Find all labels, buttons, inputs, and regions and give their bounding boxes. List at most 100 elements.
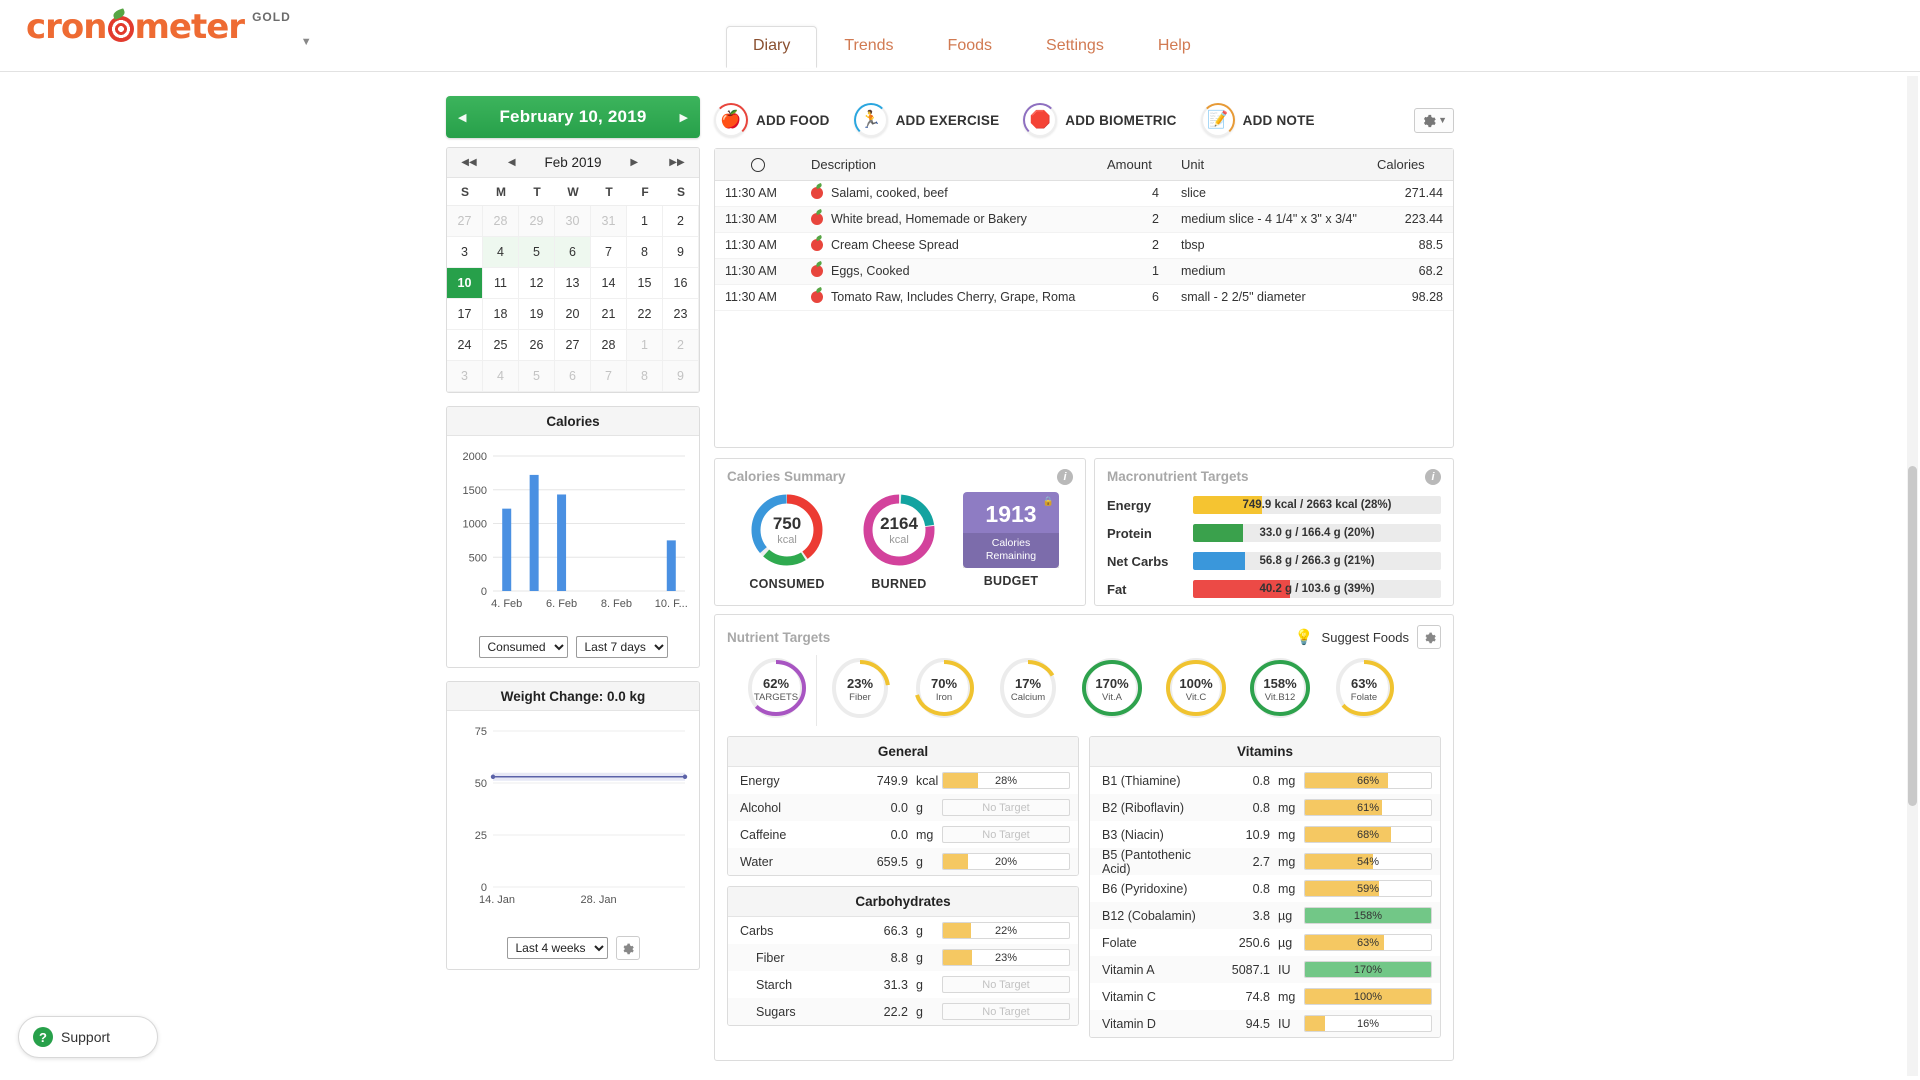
tab-help[interactable]: Help bbox=[1131, 26, 1218, 68]
calendar-day-1[interactable]: 1 bbox=[627, 330, 663, 361]
nutrient-row[interactable]: Alcohol 0.0 g No Target bbox=[728, 794, 1078, 821]
add-note-button[interactable]: 📝 ADD NOTE bbox=[1200, 103, 1315, 137]
tab-foods[interactable]: Foods bbox=[921, 26, 1019, 68]
nutrient-row[interactable]: B12 (Cobalamin) 3.8 µg 158% bbox=[1090, 902, 1440, 929]
calendar-day-11[interactable]: 11 bbox=[483, 268, 519, 299]
calendar-day-27[interactable]: 27 bbox=[447, 206, 483, 237]
nutrient-row[interactable]: Water 659.5 g 20% bbox=[728, 848, 1078, 875]
calendar-day-28[interactable]: 28 bbox=[483, 206, 519, 237]
add-exercise-button[interactable]: 🏃 ADD EXERCISE bbox=[853, 103, 1000, 137]
tab-diary[interactable]: Diary bbox=[726, 26, 818, 68]
diary-settings-button[interactable]: ▼ bbox=[1414, 107, 1454, 133]
calendar-day-14[interactable]: 14 bbox=[591, 268, 627, 299]
nutrient-ring-calcium[interactable]: 17% Calcium bbox=[987, 655, 1069, 726]
nutrient-row[interactable]: Fiber 8.8 g 23% bbox=[728, 944, 1078, 971]
calendar-day-15[interactable]: 15 bbox=[627, 268, 663, 299]
calendar-last-button[interactable]: ▶▶ bbox=[667, 157, 687, 168]
nutrient-row[interactable]: Folate 250.6 µg 63% bbox=[1090, 929, 1440, 956]
calendar-day-12[interactable]: 12 bbox=[519, 268, 555, 299]
calendar-day-4[interactable]: 4 bbox=[483, 361, 519, 392]
support-button[interactable]: ? Support bbox=[18, 1016, 158, 1058]
calendar-day-23[interactable]: 23 bbox=[663, 299, 699, 330]
nutrient-ring-folate[interactable]: 63% Folate bbox=[1323, 655, 1405, 726]
nutrient-row[interactable]: B3 (Niacin) 10.9 mg 68% bbox=[1090, 821, 1440, 848]
calendar-day-16[interactable]: 16 bbox=[663, 268, 699, 299]
calendar-day-3[interactable]: 3 bbox=[447, 237, 483, 268]
calendar-day-8[interactable]: 8 bbox=[627, 361, 663, 392]
calendar-day-27[interactable]: 27 bbox=[555, 330, 591, 361]
nutrient-ring-fiber[interactable]: 23% Fiber bbox=[819, 655, 901, 726]
nutrient-row[interactable]: Vitamin D 94.5 IU 16% bbox=[1090, 1010, 1440, 1037]
calendar-day-2[interactable]: 2 bbox=[663, 206, 699, 237]
nutrient-ring-iron[interactable]: 70% Iron bbox=[903, 655, 985, 726]
next-day-button[interactable]: ▶ bbox=[680, 111, 688, 124]
add-biometric-button[interactable]: 🛑 ADD BIOMETRIC bbox=[1023, 103, 1176, 137]
calendar-prev-button[interactable]: ◀ bbox=[502, 157, 522, 168]
calories-series-select[interactable]: Consumed bbox=[478, 636, 568, 658]
nutrient-settings-gear-icon[interactable] bbox=[1417, 625, 1441, 649]
calendar-day-21[interactable]: 21 bbox=[591, 299, 627, 330]
weight-settings-gear-icon[interactable] bbox=[615, 936, 640, 960]
table-row[interactable]: 11:30 AM Tomato Raw, Includes Cherry, Gra… bbox=[715, 284, 1453, 311]
calendar-day-3[interactable]: 3 bbox=[447, 361, 483, 392]
nutrient-row[interactable]: Vitamin C 74.8 mg 100% bbox=[1090, 983, 1440, 1010]
calendar-day-17[interactable]: 17 bbox=[447, 299, 483, 330]
nutrient-row[interactable]: B6 (Pyridoxine) 0.8 mg 59% bbox=[1090, 875, 1440, 902]
table-row[interactable]: 11:30 AM Eggs, Cooked 1 medium 68.2 bbox=[715, 258, 1453, 285]
calendar-day-26[interactable]: 26 bbox=[519, 330, 555, 361]
calendar-day-8[interactable]: 8 bbox=[627, 237, 663, 268]
weight-range-select[interactable]: Last 4 weeks bbox=[506, 937, 608, 959]
nutrient-row[interactable]: Carbs 66.3 g 22% bbox=[728, 917, 1078, 944]
nutrient-row[interactable]: B2 (Riboflavin) 0.8 mg 61% bbox=[1090, 794, 1440, 821]
nutrient-ring-targets[interactable]: 62% TARGETS bbox=[735, 655, 817, 726]
calendar-day-1[interactable]: 1 bbox=[627, 206, 663, 237]
nutrient-row[interactable]: Sugars 22.2 g No Target bbox=[728, 998, 1078, 1025]
tab-settings[interactable]: Settings bbox=[1019, 26, 1131, 68]
calendar-day-24[interactable]: 24 bbox=[447, 330, 483, 361]
table-row[interactable]: 11:30 AM White bread, Homemade or Bakery 2… bbox=[715, 206, 1453, 233]
calendar-day-5[interactable]: 5 bbox=[519, 237, 555, 268]
calendar-day-7[interactable]: 7 bbox=[591, 237, 627, 268]
calendar-day-19[interactable]: 19 bbox=[519, 299, 555, 330]
nutrient-row[interactable]: Caffeine 0.0 mg No Target bbox=[728, 821, 1078, 848]
calendar-day-7[interactable]: 7 bbox=[591, 361, 627, 392]
page-scrollbar[interactable] bbox=[1907, 76, 1918, 1076]
calories-range-select[interactable]: Last 7 days bbox=[575, 636, 668, 658]
calendar-day-10[interactable]: 10 bbox=[447, 268, 483, 299]
calendar-first-button[interactable]: ◀◀ bbox=[459, 157, 479, 168]
calendar-day-13[interactable]: 13 bbox=[555, 268, 591, 299]
calendar-day-28[interactable]: 28 bbox=[591, 330, 627, 361]
calendar-day-29[interactable]: 29 bbox=[519, 206, 555, 237]
calendar-day-6[interactable]: 6 bbox=[555, 361, 591, 392]
add-food-button[interactable]: 🍎 ADD FOOD bbox=[714, 103, 830, 137]
suggest-foods-link[interactable]: Suggest Foods bbox=[1322, 630, 1409, 645]
table-row[interactable]: 11:30 AM Cream Cheese Spread 2 tbsp 88.5 bbox=[715, 232, 1453, 259]
table-row[interactable]: 11:30 AM Salami, cooked, beef 4 slice 271.44 bbox=[715, 180, 1453, 207]
calendar-day-31[interactable]: 31 bbox=[591, 206, 627, 237]
calendar-next-button[interactable]: ▶ bbox=[624, 157, 644, 168]
calendar-day-18[interactable]: 18 bbox=[483, 299, 519, 330]
calendar-day-9[interactable]: 9 bbox=[663, 361, 699, 392]
nutrient-ring-vit-c[interactable]: 100% Vit.C bbox=[1155, 655, 1237, 726]
calendar-day-25[interactable]: 25 bbox=[483, 330, 519, 361]
calendar-day-4[interactable]: 4 bbox=[483, 237, 519, 268]
nutrient-row[interactable]: B1 (Thiamine) 0.8 mg 66% bbox=[1090, 767, 1440, 794]
nutrient-ring-vit-a[interactable]: 170% Vit.A bbox=[1071, 655, 1153, 726]
nutrient-row[interactable]: Vitamin A 5087.1 IU 170% bbox=[1090, 956, 1440, 983]
scrollbar-thumb[interactable] bbox=[1908, 466, 1917, 806]
calendar-day-2[interactable]: 2 bbox=[663, 330, 699, 361]
calendar-day-22[interactable]: 22 bbox=[627, 299, 663, 330]
nutrient-row[interactable]: Energy 749.9 kcal 28% bbox=[728, 767, 1078, 794]
calendar-day-5[interactable]: 5 bbox=[519, 361, 555, 392]
calories-info-icon[interactable]: i bbox=[1057, 469, 1073, 485]
calendar-day-20[interactable]: 20 bbox=[555, 299, 591, 330]
prev-day-button[interactable]: ◀ bbox=[458, 111, 466, 124]
calendar-day-9[interactable]: 9 bbox=[663, 237, 699, 268]
calendar-day-6[interactable]: 6 bbox=[555, 237, 591, 268]
chevron-down-icon[interactable]: ▼ bbox=[301, 36, 312, 48]
tab-trends[interactable]: Trends bbox=[817, 26, 920, 68]
nutrient-ring-vit-b12[interactable]: 158% Vit.B12 bbox=[1239, 655, 1321, 726]
nutrient-row[interactable]: B5 (Pantothenic Acid) 2.7 mg 54% bbox=[1090, 848, 1440, 876]
brand-logo[interactable]: cron meter GOLD ▼ bbox=[26, 6, 312, 48]
macros-info-icon[interactable]: i bbox=[1425, 469, 1441, 485]
